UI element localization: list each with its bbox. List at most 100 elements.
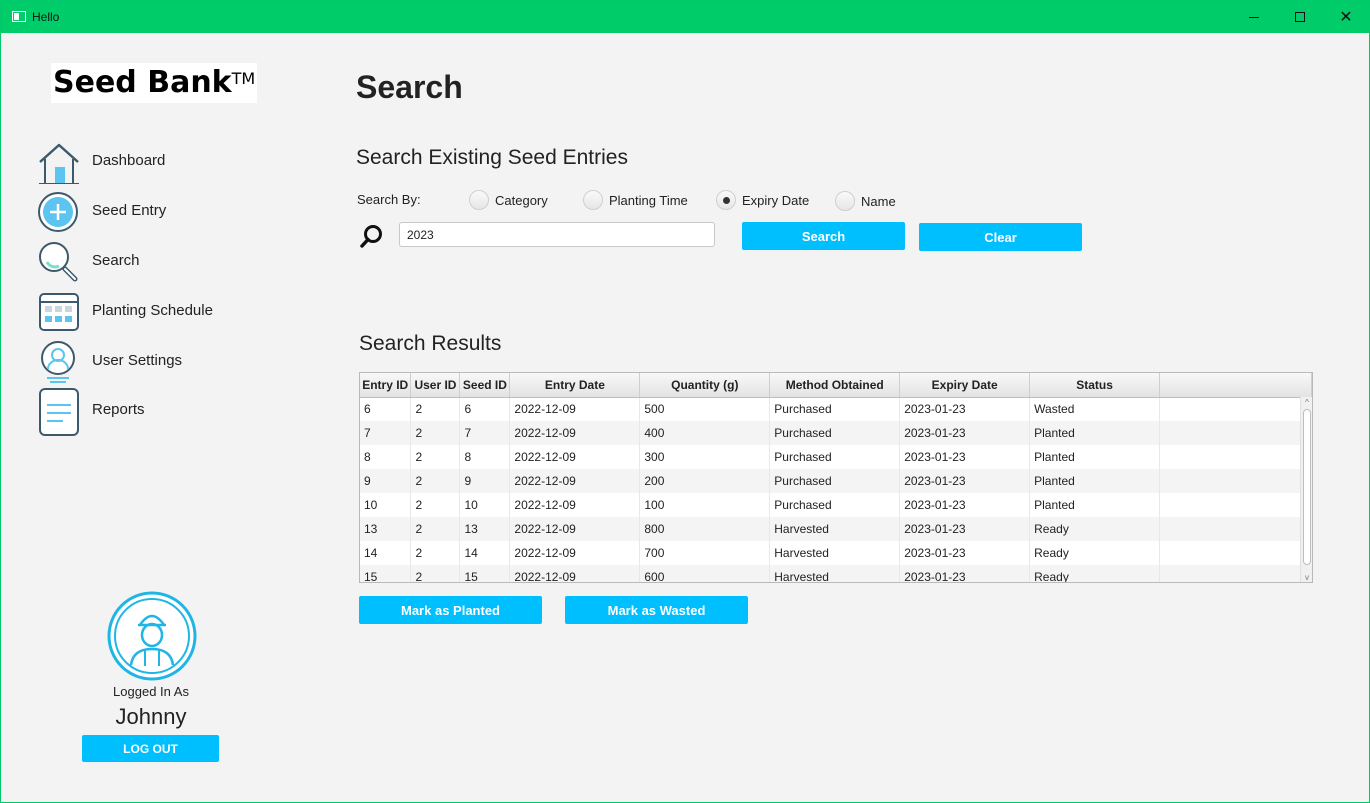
table-row[interactable]: 8 2 8 2022-12-09 300 Purchased 2023-01-23 Plant… bbox=[360, 445, 1312, 469]
sidebar-item-search[interactable]: Search bbox=[37, 238, 297, 284]
title-bar[interactable]: Hello ✕ bbox=[1, 1, 1369, 33]
column-header[interactable]: Entry Date bbox=[509, 373, 641, 398]
table-cell: 2023-01-23 bbox=[899, 421, 1031, 445]
table-cell: 2023-01-23 bbox=[899, 541, 1031, 565]
table-cell: 2 bbox=[410, 565, 461, 582]
table-cell: 2023-01-23 bbox=[899, 445, 1031, 469]
table-row[interactable]: 10 2 10 2022-12-09 100 Purchased 2023-01-23 Pla… bbox=[360, 493, 1312, 517]
column-header[interactable]: Expiry Date bbox=[899, 373, 1031, 398]
radio-circle[interactable] bbox=[835, 191, 855, 211]
table-cell: 13 bbox=[360, 517, 412, 541]
table-cell-filler bbox=[1159, 445, 1312, 469]
column-header[interactable]: Seed ID bbox=[459, 373, 511, 398]
sidebar-item-reports[interactable]: Reports bbox=[37, 385, 297, 436]
table-cell: 10 bbox=[360, 493, 412, 517]
table-cell: 2022-12-09 bbox=[509, 397, 641, 421]
search-by-label: Search By: bbox=[357, 192, 421, 207]
table-cell: Ready bbox=[1029, 517, 1161, 541]
table-cell: Harvested bbox=[769, 517, 901, 541]
sidebar-item-label: Seed Entry bbox=[92, 202, 167, 219]
table-cell: 2023-01-23 bbox=[899, 469, 1031, 493]
results-grid: Entry ID User ID Seed ID Entry Date Quan… bbox=[360, 373, 1312, 582]
table-row[interactable]: 14 2 14 2022-12-09 700 Harvested 2023-01-23 Rea… bbox=[360, 541, 1312, 565]
table-cell: 2022-12-09 bbox=[509, 493, 641, 517]
radio-label: Category bbox=[495, 193, 548, 208]
table-cell: 14 bbox=[459, 541, 511, 565]
column-header[interactable]: Quantity (g) bbox=[639, 373, 771, 398]
column-header[interactable]: Status bbox=[1029, 373, 1161, 398]
scroll-up-icon[interactable]: ^ bbox=[1301, 397, 1312, 408]
table-row[interactable]: 7 2 7 2022-12-09 400 Purchased 2023-01-23 Plant… bbox=[360, 421, 1312, 445]
table-cell: Planted bbox=[1029, 445, 1161, 469]
results-title: Search Results bbox=[359, 332, 502, 355]
mark-as-planted-button[interactable]: Mark as Planted bbox=[359, 596, 542, 624]
radio-circle-checked[interactable] bbox=[716, 190, 736, 210]
close-button[interactable]: ✕ bbox=[1323, 1, 1369, 33]
table-cell: 2 bbox=[410, 469, 461, 493]
table-cell: Purchased bbox=[769, 469, 901, 493]
mark-as-wasted-button[interactable]: Mark as Wasted bbox=[565, 596, 748, 624]
table-cell: 2022-12-09 bbox=[509, 541, 641, 565]
table-cell: Planted bbox=[1029, 421, 1161, 445]
sidebar-item-dashboard[interactable]: Dashboard bbox=[37, 138, 297, 184]
minimize-icon bbox=[1249, 16, 1259, 18]
table-cell: 2023-01-23 bbox=[899, 493, 1031, 517]
table-row[interactable]: 6 2 6 2022-12-09 500 Purchased 2023-01-23 Waste… bbox=[360, 397, 1312, 421]
maximize-icon bbox=[1295, 12, 1305, 22]
sidebar-item-planting-schedule[interactable]: Planting Schedule bbox=[37, 288, 297, 334]
sidebar-item-seed-entry[interactable]: Seed Entry bbox=[37, 188, 297, 234]
table-cell: 2 bbox=[410, 397, 461, 421]
house-icon bbox=[39, 143, 79, 184]
table-cell: 2 bbox=[410, 517, 461, 541]
column-header[interactable]: User ID bbox=[410, 373, 461, 398]
table-cell: Harvested bbox=[769, 541, 901, 565]
column-header-filler bbox=[1159, 373, 1312, 398]
app-window: Hello ✕ Seed BankTM Dashboard Seed Entry bbox=[0, 0, 1370, 803]
table-cell: 200 bbox=[639, 469, 771, 493]
table-cell: 2023-01-23 bbox=[899, 397, 1031, 421]
column-header[interactable]: Method Obtained bbox=[769, 373, 901, 398]
scroll-down-icon[interactable]: v bbox=[1301, 572, 1312, 582]
search-input[interactable] bbox=[399, 222, 715, 247]
table-cell: 2 bbox=[410, 421, 461, 445]
table-cell: 100 bbox=[639, 493, 771, 517]
table-cell: 15 bbox=[360, 565, 412, 582]
maximize-button[interactable] bbox=[1277, 1, 1323, 33]
table-cell: 600 bbox=[639, 565, 771, 582]
logo-text: Seed Bank bbox=[53, 65, 232, 100]
search-icon bbox=[360, 225, 382, 248]
table-cell: 2022-12-09 bbox=[509, 565, 641, 582]
table-row[interactable]: 9 2 9 2022-12-09 200 Purchased 2023-01-23 Plant… bbox=[360, 469, 1312, 493]
sidebar-item-label: Search bbox=[92, 252, 140, 269]
column-header[interactable]: Entry ID bbox=[360, 373, 412, 398]
table-row[interactable]: 15 2 15 2022-12-09 600 Harvested 2023-01-23 Rea… bbox=[360, 565, 1312, 582]
section-title: Search Existing Seed Entries bbox=[356, 146, 628, 169]
app-icon bbox=[12, 11, 26, 22]
document-icon bbox=[39, 388, 79, 436]
avatar-icon bbox=[107, 591, 197, 681]
table-cell: Ready bbox=[1029, 565, 1161, 582]
table-cell-filler bbox=[1159, 541, 1312, 565]
search-button[interactable]: Search bbox=[742, 222, 905, 250]
sidebar-item-label: Dashboard bbox=[92, 152, 166, 169]
table-cell: Ready bbox=[1029, 541, 1161, 565]
scroll-thumb[interactable] bbox=[1303, 409, 1311, 565]
table-cell: 13 bbox=[459, 517, 511, 541]
logout-button[interactable]: LOG OUT bbox=[82, 735, 219, 762]
table-cell: 500 bbox=[639, 397, 771, 421]
table-cell: 2023-01-23 bbox=[899, 565, 1031, 582]
results-table[interactable]: Entry ID User ID Seed ID Entry Date Quan… bbox=[359, 372, 1313, 583]
table-cell: Planted bbox=[1029, 493, 1161, 517]
clear-button[interactable]: Clear bbox=[919, 223, 1082, 251]
table-row[interactable]: 13 2 13 2022-12-09 800 Harvested 2023-01-23 Rea… bbox=[360, 517, 1312, 541]
sidebar-item-user-settings[interactable]: User Settings bbox=[37, 338, 297, 384]
table-scrollbar[interactable]: ^ v bbox=[1300, 397, 1312, 582]
window-title: Hello bbox=[32, 10, 60, 24]
minimize-button[interactable] bbox=[1231, 1, 1277, 33]
radio-label: Expiry Date bbox=[742, 193, 810, 208]
table-cell-filler bbox=[1159, 493, 1312, 517]
table-cell: 2022-12-09 bbox=[509, 469, 641, 493]
radio-circle[interactable] bbox=[583, 190, 603, 210]
radio-circle[interactable] bbox=[469, 190, 489, 210]
table-cell: 15 bbox=[459, 565, 511, 582]
